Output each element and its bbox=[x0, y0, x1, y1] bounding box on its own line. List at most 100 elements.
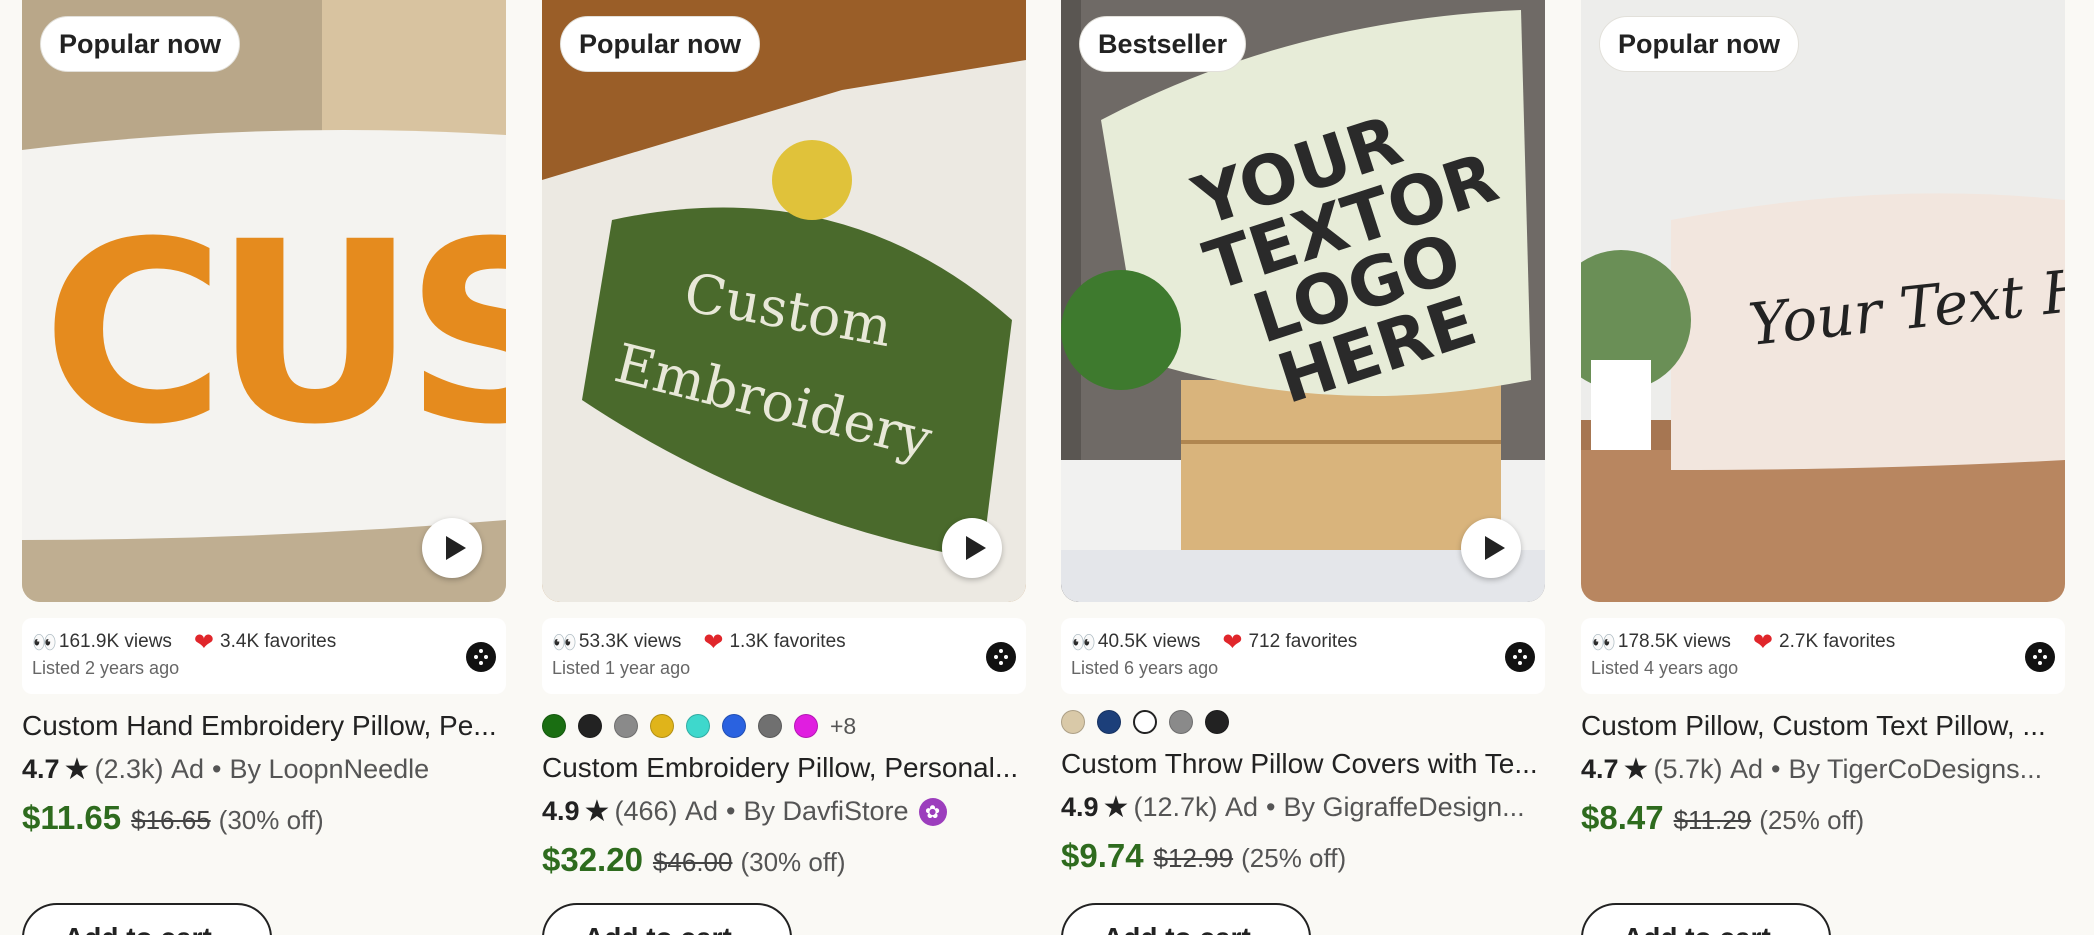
play-video-button[interactable] bbox=[1461, 518, 1521, 578]
color-swatch[interactable] bbox=[758, 714, 782, 738]
more-options-icon[interactable] bbox=[986, 642, 1016, 672]
heart-icon: ❤ bbox=[193, 628, 215, 656]
play-video-button[interactable] bbox=[422, 518, 482, 578]
photo-text: CUSTO bbox=[42, 188, 506, 479]
pillow-photo: Your Text Her bbox=[1581, 0, 2065, 602]
pillow-photo: Custom Embroidery bbox=[542, 0, 1026, 602]
color-swatch[interactable] bbox=[578, 714, 602, 738]
original-price: $16.65 bbox=[131, 805, 211, 835]
color-swatch[interactable] bbox=[1097, 710, 1121, 734]
price-row: $32.20 $46.00 (30% off) bbox=[542, 841, 1026, 879]
popular-badge: Popular now bbox=[560, 16, 760, 72]
stats-panel: 👀 161.9K views ❤ 3.4K favorites Listed 2… bbox=[22, 618, 506, 694]
color-swatches bbox=[1061, 708, 1545, 736]
rating-row: 4.9 ★ (466) Ad • By DavfiStore ✿ bbox=[542, 794, 1026, 829]
rating-row: 4.7 ★ (2.3k) Ad • By LoopnNeedle bbox=[22, 753, 430, 786]
eyes-icon: 👀 bbox=[1591, 631, 1616, 654]
stats-panel: 👀 53.3K views ❤ 1.3K favorites Listed 1 … bbox=[542, 618, 1026, 694]
original-price: $46.00 bbox=[652, 847, 733, 877]
more-options-icon[interactable] bbox=[2025, 642, 2055, 672]
price-row: $8.47 $11.29 (25% off) bbox=[1581, 799, 2065, 837]
add-to-cart-button[interactable]: Add to cart bbox=[1061, 903, 1311, 935]
product-title[interactable]: Custom Embroidery Pillow, Personal... bbox=[542, 752, 1026, 784]
original-price: $12.99 bbox=[1153, 843, 1234, 873]
product-image[interactable]: CUSTO Popular now bbox=[22, 0, 506, 602]
color-swatches: +8 bbox=[542, 712, 1026, 740]
star-icon: ★ bbox=[583, 795, 611, 828]
product-card[interactable]: CUSTO Popular now 👀 161.9K views ❤ 3.4K … bbox=[22, 0, 506, 935]
play-video-button[interactable] bbox=[942, 518, 1002, 578]
ad-label: Ad bbox=[685, 796, 719, 826]
review-count: (466) bbox=[614, 796, 678, 826]
views-count: 40.5K views bbox=[1097, 631, 1201, 652]
color-swatch[interactable] bbox=[794, 714, 818, 738]
rating-row: 4.9 ★ (12.7k) Ad • By GigraffeDesign... bbox=[1061, 791, 1525, 824]
favorites-count: 1.3K favorites bbox=[729, 631, 846, 652]
product-card[interactable]: YOUR TEXTOR LOGO HERE Bestseller 👀 40.5K… bbox=[1061, 0, 1545, 935]
star-icon: ★ bbox=[1622, 753, 1650, 786]
product-image[interactable]: Your Text Her Popular now bbox=[1581, 0, 2065, 602]
color-swatch[interactable] bbox=[614, 714, 638, 738]
product-title[interactable]: Custom Throw Pillow Covers with Te... bbox=[1061, 748, 1545, 780]
views-count: 53.3K views bbox=[578, 631, 682, 652]
rating-value: 4.9 bbox=[1061, 792, 1099, 822]
review-count: (5.7k) bbox=[1653, 754, 1723, 784]
product-image[interactable]: YOUR TEXTOR LOGO HERE Bestseller bbox=[1061, 0, 1545, 602]
ad-label: Ad bbox=[171, 754, 205, 784]
popular-badge: Popular now bbox=[40, 16, 240, 72]
color-swatch[interactable] bbox=[1169, 710, 1193, 734]
heart-icon: ❤ bbox=[703, 628, 724, 656]
color-swatch[interactable] bbox=[1061, 710, 1085, 734]
popular-badge: Popular now bbox=[1599, 16, 1799, 72]
stats-panel: 👀 178.5K views ❤ 2.7K favorites Listed 4… bbox=[1581, 618, 2065, 694]
sale-price: $9.74 bbox=[1061, 837, 1144, 874]
product-title[interactable]: Custom Hand Embroidery Pillow, Pe... bbox=[22, 710, 506, 742]
more-colors-count[interactable]: +8 bbox=[830, 713, 856, 740]
listed-date: Listed 2 years ago bbox=[32, 658, 180, 678]
discount: (30% off) bbox=[740, 847, 846, 877]
stats-panel: 👀 40.5K views ❤ 712 favorites Listed 6 y… bbox=[1061, 618, 1545, 694]
rating-value: 4.9 bbox=[542, 796, 580, 826]
star-seller-icon: ✿ bbox=[918, 797, 947, 826]
more-options-icon[interactable] bbox=[1505, 642, 1535, 672]
eyes-icon: 👀 bbox=[552, 631, 577, 654]
color-swatch[interactable] bbox=[686, 714, 710, 738]
color-swatch[interactable] bbox=[1133, 710, 1157, 734]
more-options-icon[interactable] bbox=[466, 642, 496, 672]
shop-name[interactable]: By TigerCoDesigns... bbox=[1788, 754, 2042, 785]
shop-name[interactable]: By LoopnNeedle bbox=[229, 754, 429, 785]
shop-name[interactable]: By GigraffeDesign... bbox=[1284, 792, 1525, 823]
price-row: $9.74 $12.99 (25% off) bbox=[1061, 837, 1545, 875]
rating-row: 4.7 ★ (5.7k) Ad • By TigerCoDesigns... bbox=[1581, 753, 2043, 786]
product-title[interactable]: Custom Pillow, Custom Text Pillow, ... bbox=[1581, 710, 2065, 742]
color-swatch[interactable] bbox=[650, 714, 674, 738]
review-count: (12.7k) bbox=[1133, 792, 1218, 822]
discount: (25% off) bbox=[1241, 843, 1347, 873]
product-image[interactable]: Custom Embroidery Popular now bbox=[542, 0, 1026, 602]
discount: (30% off) bbox=[218, 805, 324, 835]
views-count: 178.5K views bbox=[1617, 631, 1731, 652]
shop-name[interactable]: By DavfiStore bbox=[743, 796, 908, 827]
add-to-cart-button[interactable]: Add to cart bbox=[22, 903, 272, 935]
product-card[interactable]: Custom Embroidery Popular now 👀 53.3K vi… bbox=[542, 0, 1026, 935]
rating-value: 4.7 bbox=[22, 754, 60, 784]
bestseller-badge: Bestseller bbox=[1079, 16, 1247, 72]
ad-label: Ad bbox=[1225, 792, 1259, 822]
price-row: $11.65 $16.65 (30% off) bbox=[22, 799, 506, 837]
eyes-icon: 👀 bbox=[32, 631, 57, 654]
rating-value: 4.7 bbox=[1581, 754, 1619, 784]
product-card[interactable]: Your Text Her Popular now 👀 178.5K views… bbox=[1581, 0, 2065, 935]
add-to-cart-button[interactable]: Add to cart bbox=[1581, 903, 1831, 935]
color-swatch[interactable] bbox=[722, 714, 746, 738]
star-icon: ★ bbox=[63, 753, 91, 786]
sale-price: $32.20 bbox=[542, 841, 643, 878]
sale-price: $8.47 bbox=[1581, 799, 1664, 836]
color-swatch[interactable] bbox=[542, 714, 566, 738]
ad-label: Ad bbox=[1730, 754, 1764, 784]
add-to-cart-button[interactable]: Add to cart bbox=[542, 903, 792, 935]
star-icon: ★ bbox=[1102, 791, 1130, 824]
listed-date: Listed 6 years ago bbox=[1071, 658, 1219, 678]
listed-date: Listed 4 years ago bbox=[1591, 658, 1739, 678]
color-swatch[interactable] bbox=[1205, 710, 1229, 734]
eyes-icon: 👀 bbox=[1071, 631, 1096, 654]
